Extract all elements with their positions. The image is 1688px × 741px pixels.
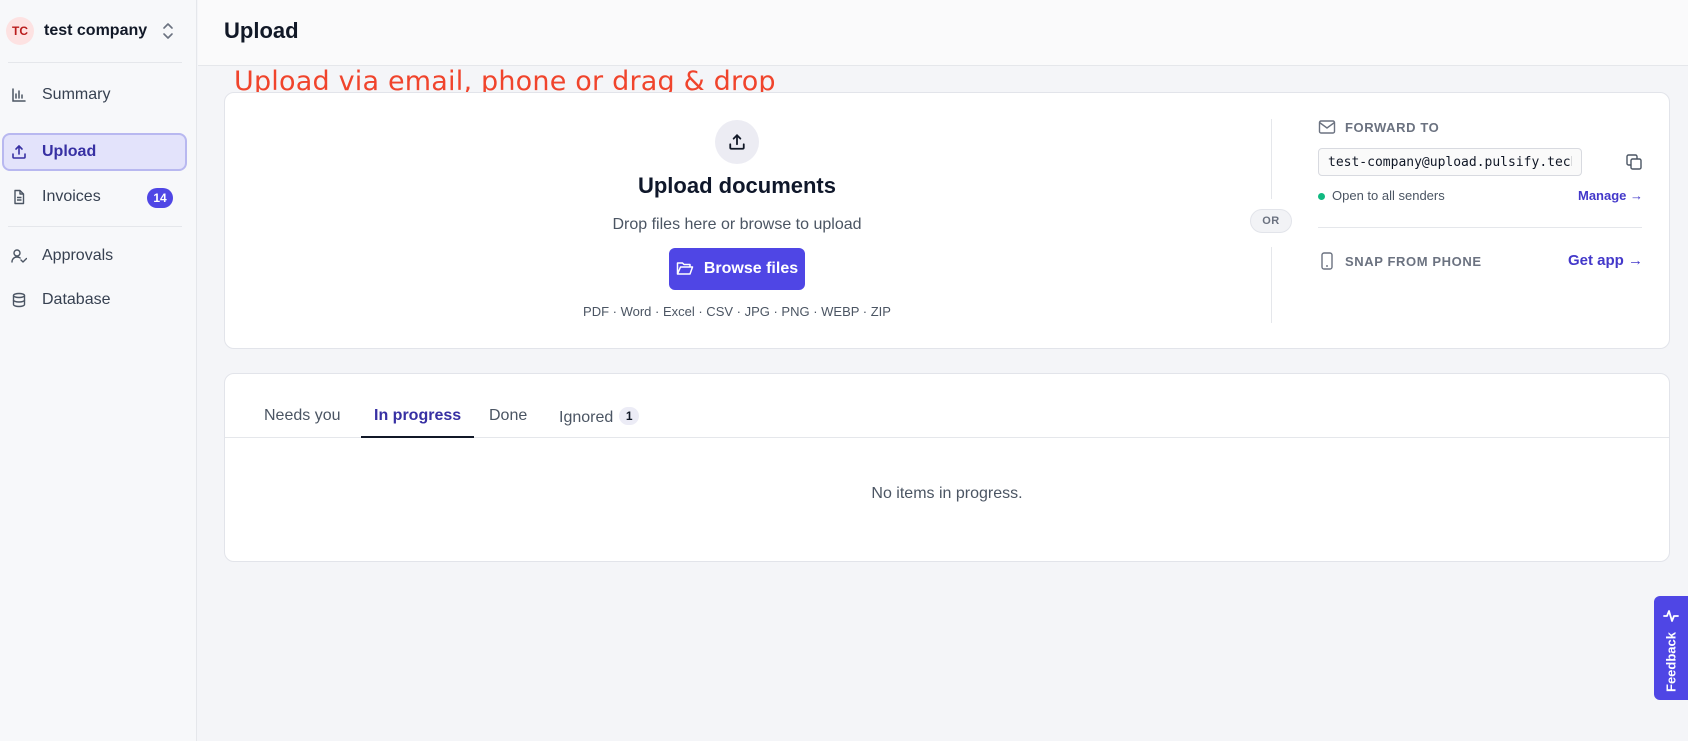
browse-files-label: Browse files	[703, 260, 799, 277]
company-switcher[interactable]: TC test company	[6, 14, 188, 48]
sidebar-divider	[8, 62, 182, 63]
sidebar-item-approvals[interactable]: Approvals	[2, 237, 187, 275]
browse-files-button[interactable]: Browse files	[669, 248, 805, 290]
company-avatar: TC	[6, 17, 34, 45]
copy-icon[interactable]	[1625, 153, 1643, 171]
tab-bar: Needs you In progress Done Ignored 1	[225, 374, 1669, 438]
ignored-count-badge: 1	[619, 407, 640, 425]
feedback-label: Feedback	[1663, 632, 1679, 692]
sidebar-item-label: Approvals	[42, 247, 114, 264]
tab-in-progress[interactable]: In progress	[361, 407, 475, 438]
mail-icon	[1318, 120, 1336, 134]
upload-title: Upload documents	[637, 173, 836, 198]
status-dot	[1318, 193, 1325, 200]
get-app-link[interactable]: Get app →	[1568, 252, 1643, 269]
phone-icon	[1321, 252, 1333, 270]
tab-ignored[interactable]: Ignored 1	[559, 407, 640, 438]
sender-status-text: Open to all senders	[1332, 188, 1445, 203]
forward-to-label: FORWARD TO	[1345, 120, 1440, 135]
upload-icon	[10, 143, 28, 161]
bar-chart-icon	[10, 86, 28, 104]
sidebar-item-label: Invoices	[42, 188, 101, 205]
page-header: Upload	[198, 0, 1688, 66]
document-icon	[10, 188, 28, 206]
sidebar-item-summary[interactable]: Summary	[2, 76, 187, 114]
tab-needs-you[interactable]: Needs you	[264, 407, 341, 438]
sidebar-item-upload[interactable]: Upload	[2, 133, 187, 171]
waveform-icon	[1663, 610, 1679, 622]
sidebar-item-label: Summary	[42, 86, 111, 103]
tab-ignored-label: Ignored	[559, 409, 614, 426]
manage-link[interactable]: Manage →	[1578, 188, 1643, 203]
upload-card: Upload documents Drop files here or brow…	[224, 92, 1670, 349]
sidebar-item-invoices[interactable]: Invoices 14	[2, 178, 187, 216]
sidebar-item-label: Upload	[42, 143, 97, 160]
folder-open-icon	[676, 260, 694, 278]
snap-from-phone-label: SNAP FROM PHONE	[1345, 254, 1482, 269]
upload-subtitle: Drop files here or browse to upload	[612, 216, 862, 233]
database-icon	[10, 291, 28, 309]
feedback-button[interactable]: Feedback	[1654, 596, 1688, 700]
sidebar: TC test company Summary Upload Invoices …	[0, 0, 197, 741]
invoices-count-badge: 14	[147, 188, 173, 208]
vertical-divider	[1271, 119, 1272, 199]
user-check-icon	[10, 247, 28, 265]
supported-file-types: PDF · Word · Excel · CSV · JPG · PNG · W…	[583, 304, 891, 319]
vertical-divider	[1271, 247, 1272, 323]
sidebar-item-label: Database	[42, 291, 111, 308]
sidebar-divider	[8, 226, 182, 227]
section-divider	[1318, 227, 1642, 228]
chevron-up-down-icon	[163, 23, 173, 39]
page-title: Upload	[224, 18, 299, 43]
company-name: test company	[44, 22, 148, 39]
forward-email-field[interactable]	[1318, 148, 1582, 176]
empty-state-message: No items in progress.	[871, 485, 1023, 502]
or-separator: OR	[1250, 209, 1292, 233]
upload-dropzone-icon	[715, 120, 759, 164]
sidebar-item-database[interactable]: Database	[2, 281, 187, 319]
tab-done[interactable]: Done	[489, 407, 527, 438]
documents-tabs-card: Needs you In progress Done Ignored 1 No i…	[224, 373, 1670, 562]
